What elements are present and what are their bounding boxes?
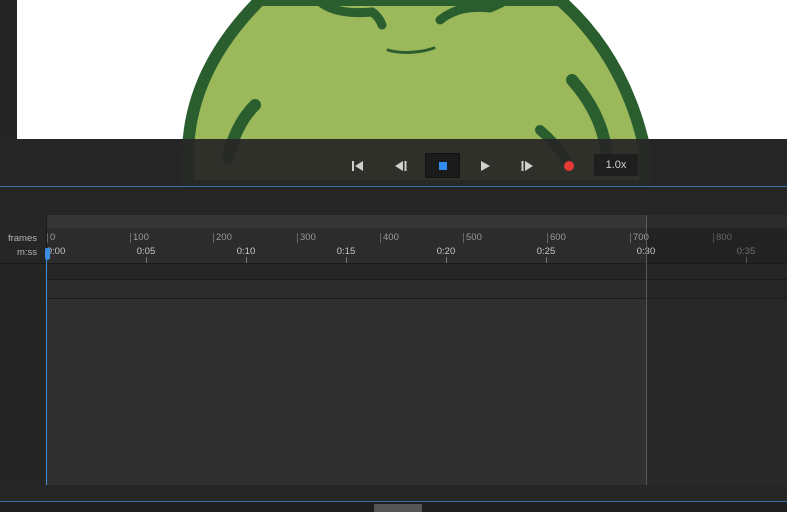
layer-list-panel (0, 264, 46, 485)
timeline-gap-row (47, 264, 787, 279)
step-back-icon (395, 161, 407, 171)
horizontal-scrollbar-thumb[interactable] (374, 504, 422, 512)
time-tick: 0:15 (336, 246, 356, 257)
step-back-button[interactable] (384, 154, 418, 178)
frame-tick: 800 (713, 233, 732, 243)
transport-bar: 1.0x (0, 139, 787, 186)
record-button[interactable] (552, 154, 586, 178)
play-icon (481, 161, 490, 171)
ruler-range-bar[interactable] (47, 215, 647, 228)
frame-tick: 100 (130, 233, 149, 243)
skip-to-start-button[interactable] (341, 154, 375, 178)
playhead-line (46, 250, 47, 485)
time-tick: 0:05 (136, 246, 156, 257)
end-frame-marker[interactable] (646, 215, 647, 485)
frame-tick: 400 (380, 233, 399, 243)
skip-to-start-icon (352, 161, 363, 171)
frame-tick: 500 (463, 233, 482, 243)
timeline-footer (0, 485, 787, 501)
playback-speed-button[interactable]: 1.0x (594, 154, 638, 176)
time-row-label: m:ss (16, 247, 37, 258)
frame-tick: 300 (297, 233, 316, 243)
step-forward-button[interactable] (510, 154, 544, 178)
frame-tick: 600 (547, 233, 566, 243)
track-area[interactable] (47, 299, 647, 485)
stop-icon (438, 161, 447, 170)
time-tick: 0:35 (736, 246, 756, 257)
layer-row-out-of-range (647, 280, 787, 298)
step-forward-icon (521, 161, 533, 171)
stop-button[interactable] (425, 153, 460, 178)
time-tick: 0:10 (236, 246, 256, 257)
frame-tick: 0 (47, 233, 55, 243)
playhead-handle[interactable] (45, 248, 50, 260)
time-tick: 0:25 (536, 246, 556, 257)
record-icon (564, 161, 574, 171)
track-out-of-range (647, 299, 787, 485)
frame-tick: 200 (213, 233, 232, 243)
time-tick: 0:20 (436, 246, 456, 257)
frames-row-label: frames (7, 233, 37, 244)
play-button[interactable] (468, 154, 502, 178)
timeline-toolbar (0, 187, 787, 215)
